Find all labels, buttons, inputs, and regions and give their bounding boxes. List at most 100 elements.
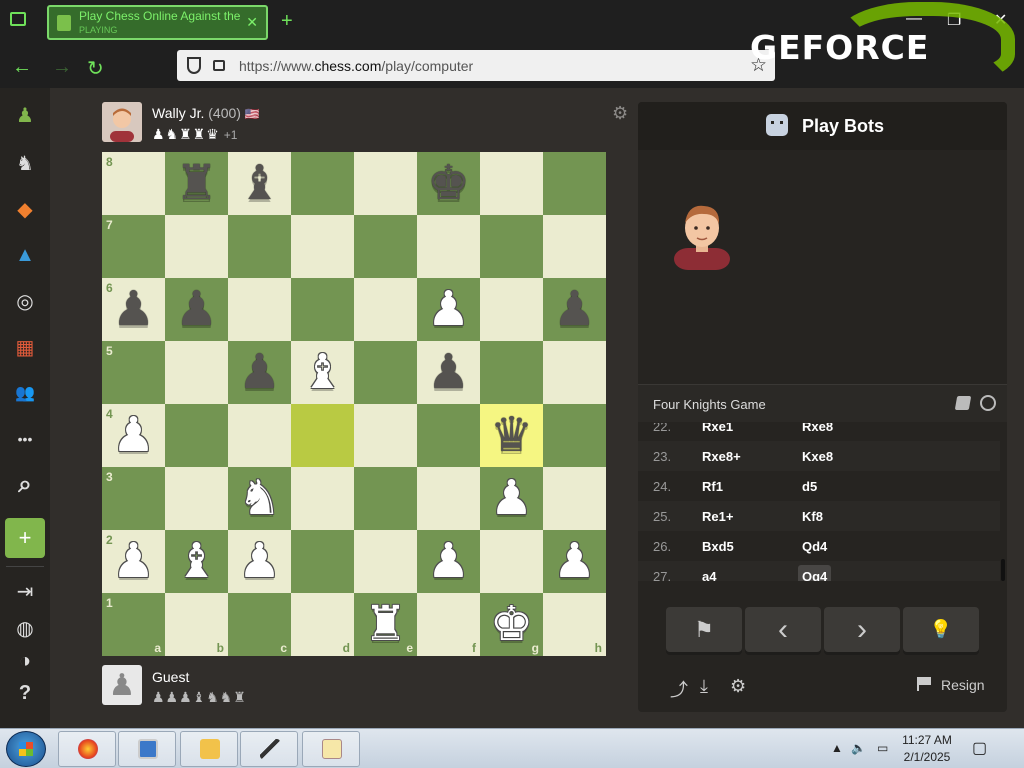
- black-move[interactable]: Qg4: [798, 565, 832, 581]
- taskbar-clock[interactable]: 11:27 AM 2/1/2025: [896, 732, 958, 766]
- square-d2[interactable]: [291, 530, 354, 593]
- black-move[interactable]: d5: [802, 479, 817, 494]
- square-f8[interactable]: ♚: [417, 152, 480, 215]
- white-piece-g1[interactable]: ♚: [480, 593, 543, 656]
- square-d4[interactable]: [291, 404, 354, 467]
- square-e5[interactable]: [354, 341, 417, 404]
- square-e6[interactable]: [354, 278, 417, 341]
- square-g1[interactable]: g ♚: [480, 593, 543, 656]
- start-button[interactable]: [6, 731, 46, 767]
- white-piece-a2[interactable]: ♟: [102, 530, 165, 593]
- square-d3[interactable]: [291, 467, 354, 530]
- square-e7[interactable]: [354, 215, 417, 278]
- square-h6[interactable]: ♟: [543, 278, 606, 341]
- black-move[interactable]: Qd4: [802, 539, 827, 554]
- white-piece-f2[interactable]: ♟: [417, 530, 480, 593]
- next-move-button[interactable]: ›: [824, 607, 900, 652]
- square-b1[interactable]: b: [165, 593, 228, 656]
- square-b5[interactable]: [165, 341, 228, 404]
- square-g5[interactable]: [480, 341, 543, 404]
- square-a2[interactable]: 2 ♟: [102, 530, 165, 593]
- square-a6[interactable]: 6 ♟: [102, 278, 165, 341]
- black-piece-g4[interactable]: ♛: [480, 404, 543, 467]
- learn-icon[interactable]: ◆: [0, 192, 50, 226]
- board-settings-gear-icon[interactable]: ⚙: [612, 103, 628, 124]
- square-b3[interactable]: [165, 467, 228, 530]
- lock-icon[interactable]: [213, 60, 225, 71]
- square-h3[interactable]: [543, 467, 606, 530]
- square-f4[interactable]: [417, 404, 480, 467]
- square-g4[interactable]: ♛: [480, 404, 543, 467]
- news-icon[interactable]: ▦: [0, 330, 50, 364]
- square-g7[interactable]: [480, 215, 543, 278]
- square-g8[interactable]: [480, 152, 543, 215]
- address-bar[interactable]: https://www.chess.com/play/computer ☆: [177, 50, 775, 81]
- square-h5[interactable]: [543, 341, 606, 404]
- previous-move-button[interactable]: ‹: [745, 607, 821, 652]
- volume-icon[interactable]: 🔈: [851, 741, 866, 755]
- guest-avatar[interactable]: ♟: [102, 665, 142, 705]
- tracking-protection-icon[interactable]: [187, 57, 201, 74]
- notifications-icon[interactable]: ▢: [972, 738, 987, 758]
- square-e8[interactable]: [354, 152, 417, 215]
- opening-book-icon[interactable]: [954, 396, 972, 410]
- black-piece-a6[interactable]: ♟: [102, 278, 165, 341]
- more-icon[interactable]: •••: [0, 422, 50, 456]
- taskbar-computer[interactable]: [118, 731, 176, 767]
- opponent-avatar[interactable]: [102, 102, 142, 142]
- reload-icon[interactable]: ↻: [87, 56, 104, 81]
- taskbar-paint[interactable]: [240, 731, 298, 767]
- black-move[interactable]: Kf8: [802, 509, 823, 524]
- white-move[interactable]: Rf1: [702, 479, 723, 494]
- white-piece-f6[interactable]: ♟: [417, 278, 480, 341]
- white-piece-b2[interactable]: ♝: [165, 530, 228, 593]
- white-move[interactable]: Rxe1: [702, 423, 733, 434]
- square-a1[interactable]: 1a: [102, 593, 165, 656]
- tab-list-icon[interactable]: [10, 12, 26, 26]
- square-e4[interactable]: [354, 404, 417, 467]
- black-piece-b6[interactable]: ♟: [165, 278, 228, 341]
- square-d6[interactable]: [291, 278, 354, 341]
- square-h2[interactable]: ♟: [543, 530, 606, 593]
- hint-button[interactable]: 💡: [903, 607, 979, 652]
- square-f1[interactable]: f: [417, 593, 480, 656]
- black-piece-b8[interactable]: ♜: [165, 152, 228, 215]
- square-f6[interactable]: ♟: [417, 278, 480, 341]
- square-g6[interactable]: [480, 278, 543, 341]
- white-piece-g3[interactable]: ♟: [480, 467, 543, 530]
- back-icon[interactable]: ←: [12, 56, 32, 79]
- white-move[interactable]: a4: [702, 569, 716, 581]
- square-h8[interactable]: [543, 152, 606, 215]
- square-d1[interactable]: d: [291, 593, 354, 656]
- puzzles-icon[interactable]: ♞: [0, 146, 50, 180]
- show-hidden-icons[interactable]: ▲: [831, 741, 843, 755]
- square-e2[interactable]: [354, 530, 417, 593]
- move-list[interactable]: 22. Rxe1 Rxe8 23. Rxe8+ Kxe8 24. Rf1 d5 25. Re1+ Kf…: [638, 423, 1000, 581]
- play-icon[interactable]: ♟: [0, 98, 50, 132]
- game-settings-gear-icon[interactable]: ⚙: [730, 676, 746, 697]
- square-b4[interactable]: [165, 404, 228, 467]
- social-icon[interactable]: 👥: [0, 376, 50, 410]
- square-d8[interactable]: [291, 152, 354, 215]
- square-h1[interactable]: h: [543, 593, 606, 656]
- explorer-compass-icon[interactable]: [980, 395, 996, 411]
- square-g2[interactable]: [480, 530, 543, 593]
- square-f7[interactable]: [417, 215, 480, 278]
- opponent-name[interactable]: Wally Jr.: [152, 105, 204, 121]
- move-list-scrollbar[interactable]: [1001, 559, 1005, 581]
- white-piece-h2[interactable]: ♟: [543, 530, 606, 593]
- black-piece-h6[interactable]: ♟: [543, 278, 606, 341]
- download-icon[interactable]: ⤓: [700, 676, 708, 697]
- black-move[interactable]: Kxe8: [802, 449, 833, 464]
- black-piece-c8[interactable]: ♝: [228, 152, 291, 215]
- square-a3[interactable]: 3: [102, 467, 165, 530]
- login-icon[interactable]: ⇥: [0, 574, 50, 608]
- taskbar-explorer[interactable]: [180, 731, 238, 767]
- flag-control-button[interactable]: ⚑: [666, 607, 742, 652]
- square-f3[interactable]: [417, 467, 480, 530]
- help-icon[interactable]: ?: [0, 676, 50, 710]
- browser-tab-active[interactable]: Play Chess Online Against the PLAYING ✕: [47, 5, 268, 40]
- black-piece-f8[interactable]: ♚: [417, 152, 480, 215]
- square-g3[interactable]: ♟: [480, 467, 543, 530]
- square-c8[interactable]: ♝: [228, 152, 291, 215]
